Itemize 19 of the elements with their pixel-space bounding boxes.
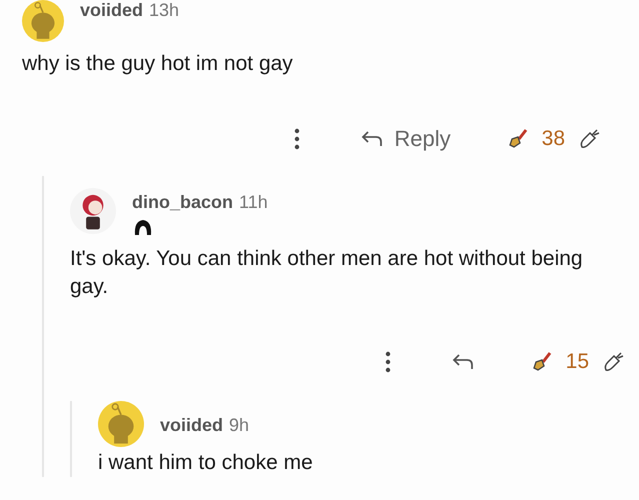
timestamp: 13h	[149, 0, 180, 21]
vote-score: 15	[566, 350, 589, 374]
comment-text: It's okay. You can think other men are hot without being gay.	[70, 246, 584, 300]
reply-button[interactable]: Reply	[360, 126, 451, 152]
comment-text: i want him to choke me	[98, 450, 314, 476]
more-icon	[384, 351, 391, 373]
comment-text: why is the guy hot im not gay	[22, 51, 294, 77]
more-icon	[294, 128, 300, 150]
username[interactable]: voiided	[160, 415, 224, 436]
username[interactable]: voiided	[80, 0, 144, 21]
vote-score: 38	[542, 127, 565, 151]
timestamp: 11h	[239, 192, 268, 213]
reply-icon	[450, 352, 475, 372]
timestamp: 9h	[229, 415, 250, 436]
username[interactable]: dino_bacon	[132, 192, 234, 213]
reply-icon	[360, 129, 384, 149]
reply-button[interactable]	[450, 352, 475, 372]
more-button[interactable]	[384, 351, 391, 373]
more-button[interactable]	[294, 128, 300, 150]
